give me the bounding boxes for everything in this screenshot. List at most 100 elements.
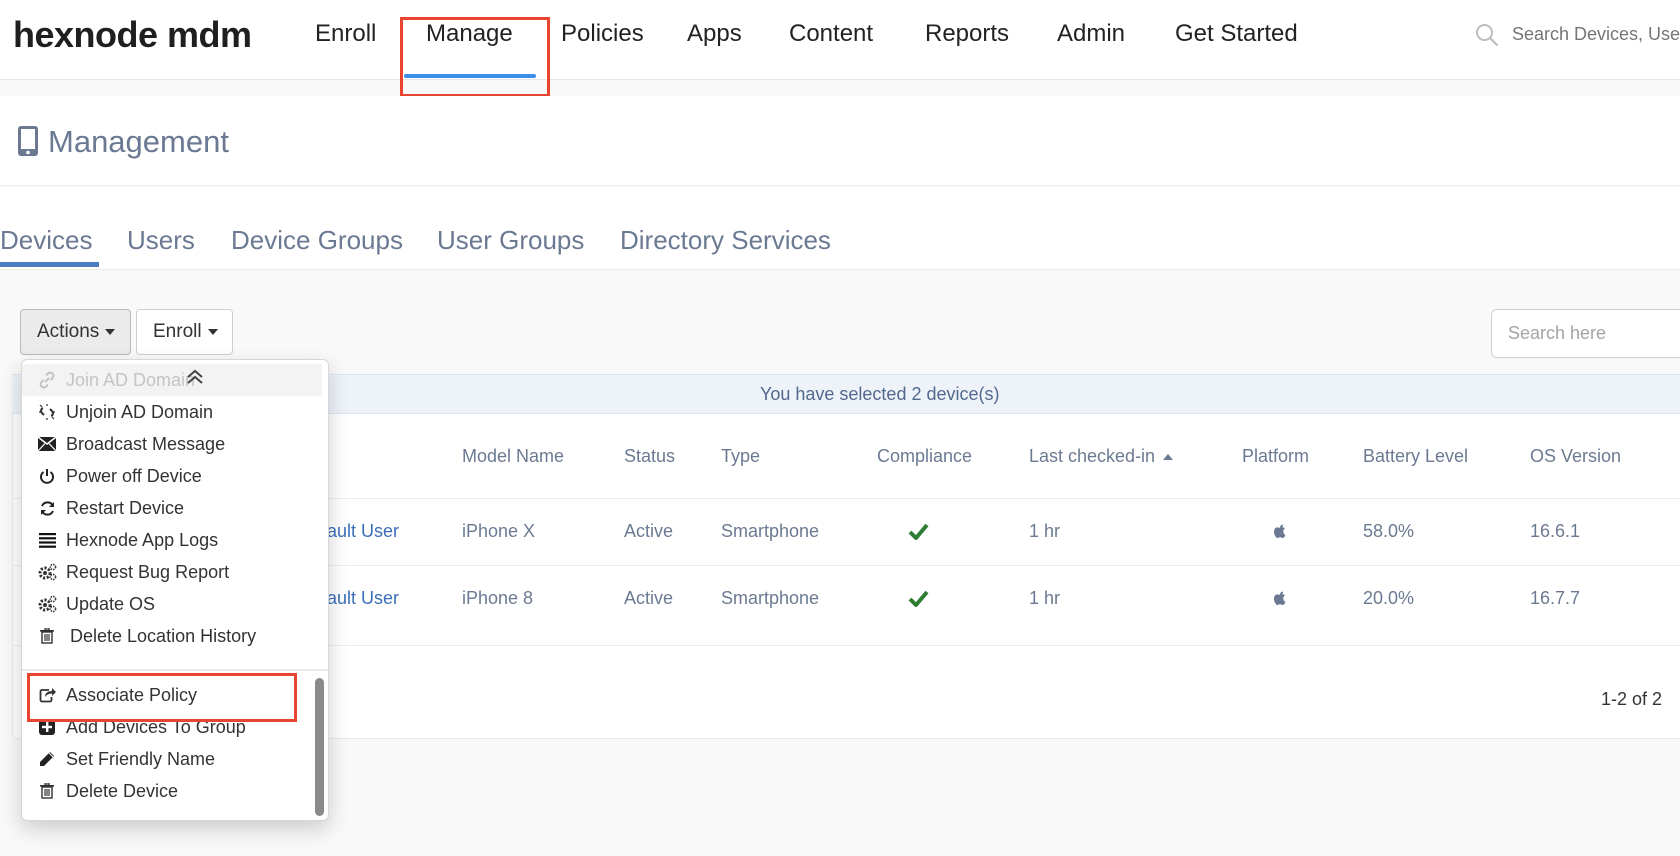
column-header-platform[interactable]: Platform (1242, 446, 1309, 467)
sort-ascending-icon (1163, 454, 1174, 461)
actions-dropdown-menu: Join AD Domain Unjoin AD Domain Broadcas… (21, 359, 329, 821)
menu-item-set-friendly-name[interactable]: Set Friendly Name (22, 743, 322, 775)
enroll-button[interactable]: Enroll (136, 309, 233, 355)
device-search-input[interactable] (1491, 309, 1680, 358)
cell-type: Smartphone (721, 588, 820, 608)
tab-user-groups[interactable]: User Groups (437, 225, 584, 256)
column-header-battery-level[interactable]: Battery Level (1363, 446, 1468, 467)
column-header-last-checked-in-label: Last checked-in (1029, 446, 1156, 466)
cell-last-checked-in: 1 hr (1029, 588, 1061, 608)
apple-icon (1273, 524, 1286, 538)
top-navbar: hexnode mdm Enroll Manage Policies Apps … (0, 0, 1680, 80)
power-icon (36, 466, 58, 486)
nav-reports[interactable]: Reports (925, 20, 1009, 48)
share-square-icon (36, 685, 58, 705)
cell-status: Active (624, 588, 674, 608)
column-header-os-version[interactable]: OS Version (1530, 446, 1621, 467)
menu-item-label: Delete Location History (70, 625, 257, 646)
trash-icon (36, 626, 58, 646)
menu-item-label: Request Bug Report (66, 561, 230, 582)
pencil-icon (36, 749, 58, 769)
list-lines-icon (36, 530, 58, 550)
menu-item-label: Unjoin AD Domain (66, 401, 214, 422)
column-header-type[interactable]: Type (721, 446, 760, 467)
cell-user[interactable]: fault User (322, 521, 399, 542)
menu-item-label: Restart Device (66, 497, 185, 518)
menu-item-label: Join AD Domain (66, 369, 196, 390)
selection-banner-text: You have selected 2 device(s) (760, 384, 1000, 404)
cell-model: iPhone 8 (462, 588, 534, 608)
cell-battery: 20.0% (1363, 588, 1415, 608)
link-icon (36, 370, 58, 390)
nav-apps[interactable]: Apps (687, 20, 742, 48)
menu-item-label: Associate Policy (66, 684, 198, 705)
page-title: Management (48, 124, 229, 159)
nav-enroll[interactable]: Enroll (315, 20, 376, 48)
nav-active-indicator (404, 74, 536, 78)
actions-button[interactable]: Actions (20, 309, 131, 355)
menu-item-update-os[interactable]: Update OS (22, 588, 322, 620)
menu-item-label: Update OS (66, 593, 156, 614)
column-header-model-name[interactable]: Model Name (462, 446, 564, 467)
menu-divider (22, 669, 328, 671)
menu-item-add-devices-to-group[interactable]: Add Devices To Group (22, 711, 322, 743)
tab-device-groups[interactable]: Device Groups (231, 225, 403, 256)
menu-item-label: Broadcast Message (66, 433, 226, 454)
management-header (0, 96, 1680, 186)
cell-type: Smartphone (721, 521, 820, 541)
menu-item-broadcast-message[interactable]: Broadcast Message (22, 428, 322, 460)
search-icon[interactable] (1474, 22, 1500, 48)
mobile-phone-icon (18, 126, 38, 156)
menu-item-delete-location-history[interactable]: Delete Location History (22, 620, 322, 652)
menu-item-label: Hexnode App Logs (66, 529, 219, 550)
cell-os-version: 16.6.1 (1530, 521, 1581, 541)
menu-item-join-ad-domain: Join AD Domain (22, 364, 322, 396)
apple-icon (1273, 591, 1286, 605)
caret-down-icon (105, 329, 116, 335)
plus-square-icon (36, 717, 58, 737)
gears-icon (36, 562, 58, 582)
compliant-check-icon (908, 523, 929, 540)
menu-item-label: Delete Device (66, 780, 179, 801)
scroll-up-chevron-icon[interactable] (184, 368, 206, 386)
menu-item-associate-policy[interactable]: Associate Policy (22, 679, 322, 711)
trash-icon (36, 781, 58, 801)
column-header-status[interactable]: Status (624, 446, 675, 467)
cell-battery: 58.0% (1363, 521, 1415, 541)
global-search-input[interactable] (1512, 24, 1680, 45)
menu-item-power-off-device[interactable]: Power off Device (22, 460, 322, 492)
menu-item-unjoin-ad-domain[interactable]: Unjoin AD Domain (22, 396, 322, 428)
menu-item-label: Add Devices To Group (66, 716, 246, 737)
menu-item-delete-device[interactable]: Delete Device (22, 775, 322, 807)
logo[interactable]: hexnode mdm (13, 14, 252, 56)
menu-scrollbar[interactable] (315, 678, 324, 816)
cell-user[interactable]: fault User (322, 588, 399, 609)
cell-status: Active (624, 521, 674, 541)
menu-item-hexnode-app-logs[interactable]: Hexnode App Logs (22, 524, 322, 556)
nav-admin[interactable]: Admin (1057, 20, 1125, 48)
menu-item-request-bug-report[interactable]: Request Bug Report (22, 556, 322, 588)
menu-item-restart-device[interactable]: Restart Device (22, 492, 322, 524)
compliant-check-icon (908, 590, 929, 607)
nav-get-started[interactable]: Get Started (1175, 20, 1298, 48)
tab-directory-services[interactable]: Directory Services (620, 225, 831, 256)
tab-users[interactable]: Users (127, 225, 195, 256)
unlink-icon (36, 402, 58, 422)
caret-down-icon (207, 329, 218, 335)
column-header-last-checked-in[interactable]: Last checked-in (1029, 446, 1174, 467)
actions-button-label: Actions (37, 321, 100, 342)
nav-policies[interactable]: Policies (561, 20, 644, 48)
column-header-compliance[interactable]: Compliance (877, 446, 972, 467)
pagination-info: 1-2 of 2 (1601, 689, 1663, 709)
nav-content[interactable]: Content (789, 20, 873, 48)
tab-active-indicator (0, 262, 99, 267)
enroll-button-label: Enroll (153, 321, 202, 342)
menu-item-label: Power off Device (66, 465, 202, 486)
cell-model: iPhone X (462, 521, 536, 541)
nav-manage[interactable]: Manage (426, 20, 513, 48)
gears-icon (36, 594, 58, 614)
envelope-icon (36, 434, 58, 454)
cell-last-checked-in: 1 hr (1029, 521, 1061, 541)
refresh-icon (36, 498, 58, 518)
tab-devices[interactable]: Devices (0, 225, 92, 256)
